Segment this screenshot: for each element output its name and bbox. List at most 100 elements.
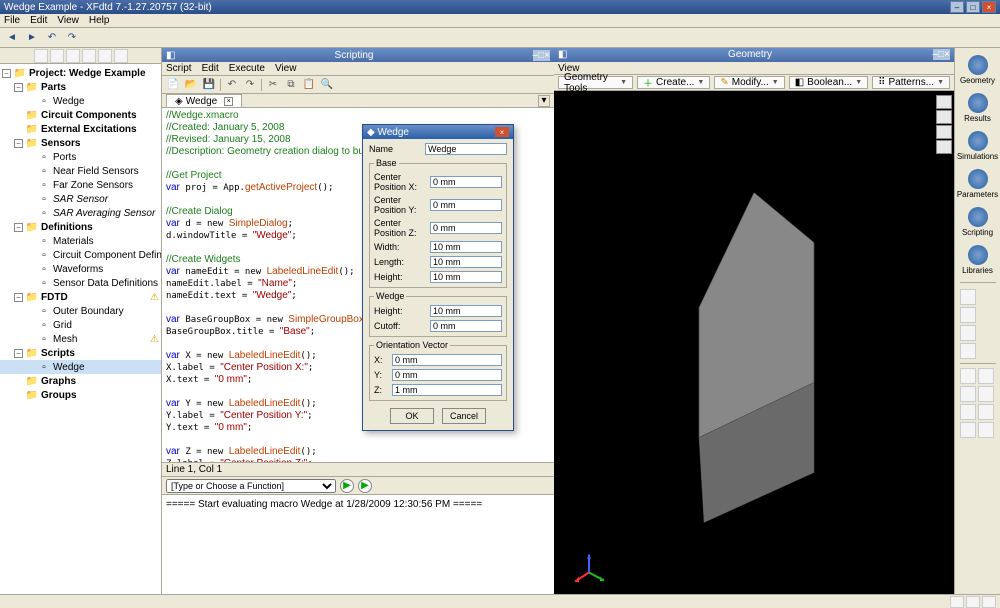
tree-item-wedge[interactable]: ▫Wedge — [0, 94, 161, 108]
tree-item-ports[interactable]: ▫Ports — [0, 150, 161, 164]
tree-item-definitions[interactable]: −📁Definitions — [0, 220, 161, 234]
tree-item-external-excitations[interactable]: 📁External Excitations — [0, 122, 161, 136]
tree-item-mesh[interactable]: ▫Mesh⚠ — [0, 332, 161, 346]
sidebar-tool-1[interactable] — [960, 289, 976, 305]
tree-item-materials[interactable]: ▫Materials — [0, 234, 161, 248]
tree-tool-5[interactable] — [98, 49, 112, 63]
dialog-close-button[interactable]: × — [495, 127, 509, 137]
tree-item-groups[interactable]: 📁Groups — [0, 388, 161, 402]
run-step-icon[interactable]: ▶ — [358, 479, 372, 493]
ok-button[interactable]: OK — [390, 408, 434, 424]
sidebar-item-libraries[interactable]: Libraries — [958, 242, 998, 278]
script-menu-view[interactable]: View — [275, 63, 297, 74]
status-tool-3[interactable] — [982, 596, 996, 608]
tree-item-sar-sensor[interactable]: ▫SAR Sensor — [0, 192, 161, 206]
forward-icon[interactable]: ► — [24, 30, 40, 46]
tree-item-waveforms[interactable]: ▫Waveforms — [0, 262, 161, 276]
status-tool-1[interactable] — [950, 596, 964, 608]
scripting-close-button[interactable]: × — [544, 50, 550, 61]
tab-wedge[interactable]: ◈ Wedge × — [166, 94, 242, 107]
modify-dropdown[interactable]: ✎Modify...▼ — [714, 76, 784, 89]
tree-item-graphs[interactable]: 📁Graphs — [0, 374, 161, 388]
tree-tool-4[interactable] — [82, 49, 96, 63]
field-input-z[interactable] — [392, 384, 502, 396]
menu-help[interactable]: Help — [89, 15, 110, 26]
project-tree[interactable]: −📁Project: Wedge Example−📁Parts▫Wedge📁Ci… — [0, 64, 161, 594]
tree-tool-3[interactable] — [66, 49, 80, 63]
field-input-x[interactable] — [392, 354, 502, 366]
pan-tool-icon[interactable] — [936, 110, 952, 124]
sidebar-tool-7b[interactable] — [978, 404, 994, 420]
expand-icon[interactable]: − — [14, 223, 23, 232]
tree-item-grid[interactable]: ▫Grid — [0, 318, 161, 332]
tree-root[interactable]: −📁Project: Wedge Example — [0, 66, 161, 80]
tree-item-circuit-components[interactable]: 📁Circuit Components — [0, 108, 161, 122]
sidebar-tool-8a[interactable] — [960, 422, 976, 438]
tree-item-near-field-sensors[interactable]: ▫Near Field Sensors — [0, 164, 161, 178]
field-input-y[interactable] — [392, 369, 502, 381]
menu-file[interactable]: File — [4, 15, 20, 26]
sidebar-item-simulations[interactable]: Simulations — [958, 128, 998, 164]
select-tool-icon[interactable] — [936, 95, 952, 109]
sidebar-tool-3[interactable] — [960, 325, 976, 341]
minimize-button[interactable]: – — [950, 1, 964, 13]
sidebar-tool-6a[interactable] — [960, 386, 976, 402]
tree-item-sensor-data-definitions[interactable]: ▫Sensor Data Definitions — [0, 276, 161, 290]
name-input[interactable] — [425, 143, 507, 155]
find-icon[interactable]: 🔍 — [320, 78, 334, 92]
close-button[interactable]: × — [982, 1, 996, 13]
field-input-center-position-z[interactable] — [430, 222, 502, 234]
sidebar-tool-2[interactable] — [960, 307, 976, 323]
new-script-icon[interactable]: 📄 — [166, 78, 180, 92]
cut-icon[interactable]: ✂ — [266, 78, 280, 92]
create-dropdown[interactable]: ＋Create...▼ — [637, 76, 710, 89]
sidebar-tool-7a[interactable] — [960, 404, 976, 420]
sidebar-tool-5b[interactable] — [978, 368, 994, 384]
rotate-tool-icon[interactable] — [936, 125, 952, 139]
script-redo-icon[interactable]: ↷ — [243, 78, 257, 92]
tree-tool-6[interactable] — [114, 49, 128, 63]
expand-icon[interactable]: − — [14, 139, 23, 148]
expand-icon[interactable]: − — [14, 293, 23, 302]
tree-item-outer-boundary[interactable]: ▫Outer Boundary — [0, 304, 161, 318]
field-input-length[interactable] — [430, 256, 502, 268]
patterns-dropdown[interactable]: ⠿Patterns...▼ — [872, 76, 950, 89]
field-input-cutoff[interactable] — [430, 320, 502, 332]
save-script-icon[interactable]: 💾 — [202, 78, 216, 92]
cancel-button[interactable]: Cancel — [442, 408, 486, 424]
field-input-height[interactable] — [430, 305, 502, 317]
run-all-icon[interactable]: ▶ — [340, 479, 354, 493]
tree-item-scripts[interactable]: −📁Scripts — [0, 346, 161, 360]
expand-icon[interactable]: − — [14, 349, 23, 358]
script-menu-script[interactable]: Script — [166, 63, 192, 74]
tree-item-parts[interactable]: −📁Parts — [0, 80, 161, 94]
geometry-tools-dropdown[interactable]: Geometry Tools▼ — [558, 76, 633, 89]
tree-tool-1[interactable] — [34, 49, 48, 63]
tree-item-far-zone-sensors[interactable]: ▫Far Zone Sensors — [0, 178, 161, 192]
geometry-close-button[interactable]: × — [944, 49, 950, 60]
tree-item-sar-averaging-sensor[interactable]: ▫SAR Averaging Sensor — [0, 206, 161, 220]
script-menu-execute[interactable]: Execute — [229, 63, 265, 74]
function-select[interactable]: [Type or Choose a Function] — [166, 479, 336, 493]
sidebar-tool-5a[interactable] — [960, 368, 976, 384]
tab-close-icon[interactable]: × — [224, 97, 233, 106]
sidebar-item-geometry[interactable]: Geometry — [958, 52, 998, 88]
script-menu-edit[interactable]: Edit — [202, 63, 219, 74]
sidebar-tool-6b[interactable] — [978, 386, 994, 402]
redo-icon[interactable]: ↷ — [64, 30, 80, 46]
maximize-button[interactable]: □ — [966, 1, 980, 13]
open-script-icon[interactable]: 📂 — [184, 78, 198, 92]
status-tool-2[interactable] — [966, 596, 980, 608]
copy-icon[interactable]: ⧉ — [284, 78, 298, 92]
tree-item-fdtd[interactable]: −📁FDTD⚠ — [0, 290, 161, 304]
tree-tool-2[interactable] — [50, 49, 64, 63]
output-console[interactable]: ===== Start evaluating macro Wedge at 1/… — [162, 494, 554, 594]
paste-icon[interactable]: 📋 — [302, 78, 316, 92]
field-input-center-position-x[interactable] — [430, 176, 502, 188]
sidebar-item-results[interactable]: Results — [958, 90, 998, 126]
undo-icon[interactable]: ↶ — [44, 30, 60, 46]
menu-edit[interactable]: Edit — [30, 15, 47, 26]
tree-item-circuit-component-definitions[interactable]: ▫Circuit Component Definitions — [0, 248, 161, 262]
boolean-dropdown[interactable]: ◧Boolean...▼ — [789, 76, 868, 89]
tree-item-wedge[interactable]: ▫Wedge — [0, 360, 161, 374]
